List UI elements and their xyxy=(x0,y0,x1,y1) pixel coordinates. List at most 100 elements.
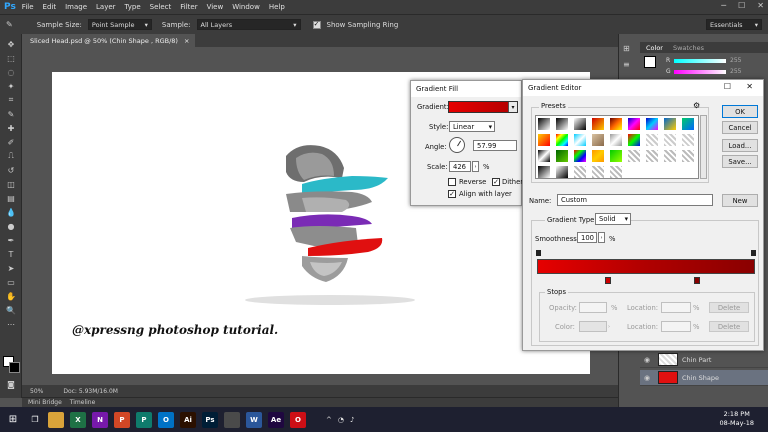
preset-swatch[interactable] xyxy=(574,134,586,146)
eraser-tool-icon[interactable]: ◫ xyxy=(4,178,18,190)
close-icon[interactable]: ✕ xyxy=(757,1,764,10)
stop-color-swatch[interactable] xyxy=(579,321,607,332)
opacity-stop-left[interactable] xyxy=(536,250,541,256)
menu-edit[interactable]: Edit xyxy=(43,3,57,11)
g-value[interactable]: 255 xyxy=(730,68,741,75)
taskbar-app-icon[interactable]: O xyxy=(290,411,306,428)
taskbar-app-icon[interactable]: X xyxy=(70,411,86,428)
opacity-input[interactable] xyxy=(579,302,607,313)
preset-swatch[interactable] xyxy=(592,118,604,130)
load-button[interactable]: Load... xyxy=(722,139,758,152)
menu-layer[interactable]: Layer xyxy=(96,3,116,11)
system-clock[interactable]: 2:18 PM 08-May-18 xyxy=(719,410,754,428)
windows-start-icon[interactable]: ⊞ xyxy=(0,407,26,432)
g-slider[interactable] xyxy=(674,70,726,74)
r-value[interactable]: 255 xyxy=(730,57,741,64)
preset-swatch[interactable] xyxy=(556,134,568,146)
taskbar-app-icon[interactable]: Ps xyxy=(202,411,218,428)
preset-swatch[interactable] xyxy=(646,134,658,146)
preset-swatch[interactable] xyxy=(628,150,640,162)
eye-icon[interactable]: ◉ xyxy=(640,374,654,382)
gradient-preview[interactable]: ▾ xyxy=(448,101,518,113)
gradient-tool-icon[interactable]: ▤ xyxy=(4,192,18,204)
tray-expand-icon[interactable]: ^ xyxy=(326,416,332,424)
taskbar-app-icon[interactable] xyxy=(224,411,240,428)
history-icon[interactable]: ⊞ xyxy=(623,44,637,56)
zoom-level[interactable]: 50% xyxy=(30,388,43,395)
scale-input[interactable]: 426 xyxy=(449,161,471,172)
preset-swatch[interactable] xyxy=(592,150,604,162)
taskbar-app-icon[interactable]: W xyxy=(246,411,262,428)
maximize-icon[interactable]: ☐ xyxy=(724,82,731,91)
workspace-dropdown[interactable]: Essentials ▾ xyxy=(706,19,762,30)
delete-color-stop-button[interactable]: Delete xyxy=(709,321,749,332)
hand-tool-icon[interactable]: ✋ xyxy=(4,290,18,302)
taskbar-app-icon[interactable]: O xyxy=(158,411,174,428)
color-panel-foreground[interactable] xyxy=(644,56,656,68)
eye-icon[interactable]: ◉ xyxy=(640,356,654,364)
preset-swatch[interactable] xyxy=(574,150,586,162)
menu-help[interactable]: Help xyxy=(269,3,285,11)
show-ring-checkbox[interactable]: ✓ xyxy=(312,20,321,29)
menu-image[interactable]: Image xyxy=(65,3,87,11)
blur-tool-icon[interactable]: 💧 xyxy=(4,206,18,218)
preset-swatch[interactable] xyxy=(682,134,694,146)
eyedropper-icon[interactable]: ✎ xyxy=(6,20,13,29)
preset-swatch[interactable] xyxy=(628,134,640,146)
preset-swatch[interactable] xyxy=(628,118,640,130)
taskbar-app-icon[interactable]: N xyxy=(92,411,108,428)
menu-select[interactable]: Select xyxy=(150,3,172,11)
save-button[interactable]: Save... xyxy=(722,155,758,168)
gear-icon[interactable]: ⚙ xyxy=(693,101,700,110)
menu-filter[interactable]: Filter xyxy=(180,3,197,11)
stamp-tool-icon[interactable]: ⎍ xyxy=(4,150,18,162)
preset-swatch[interactable] xyxy=(664,134,676,146)
sample-size-dropdown[interactable]: Point Sample ▾ xyxy=(87,19,152,30)
move-tool-icon[interactable]: ✥ xyxy=(4,38,18,50)
preset-swatch[interactable] xyxy=(646,118,658,130)
task-view-icon[interactable]: ❐ xyxy=(26,415,44,424)
minimize-icon[interactable]: ─ xyxy=(721,1,726,10)
sample-dropdown[interactable]: All Layers ▾ xyxy=(196,19,301,30)
taskbar-app-icon[interactable]: P xyxy=(136,411,152,428)
smoothness-dropdown-icon[interactable]: › xyxy=(598,232,605,243)
r-slider[interactable] xyxy=(674,59,726,63)
crop-tool-icon[interactable]: ⌗ xyxy=(4,94,18,106)
taskbar-app-icon[interactable]: Ae xyxy=(268,411,284,428)
preset-swatch[interactable] xyxy=(556,166,568,178)
tab-color[interactable]: Color xyxy=(646,44,663,52)
eyedropper-tool-icon[interactable]: ✎ xyxy=(4,108,18,120)
brush-tool-icon[interactable]: ✐ xyxy=(4,136,18,148)
history-brush-icon[interactable]: ↺ xyxy=(4,164,18,176)
properties-icon[interactable]: ≡ xyxy=(623,60,637,72)
quick-mask-icon[interactable]: ◙ xyxy=(4,378,18,390)
preset-swatch[interactable] xyxy=(610,134,622,146)
layer-row-selected[interactable]: ◉ Chin Shape xyxy=(640,370,768,386)
healing-tool-icon[interactable]: ✚ xyxy=(4,122,18,134)
dodge-tool-icon[interactable]: ● xyxy=(4,220,18,232)
shape-tool-icon[interactable]: ▭ xyxy=(4,276,18,288)
color-location-input[interactable] xyxy=(661,321,691,332)
ok-button[interactable]: OK xyxy=(722,105,758,118)
cancel-button[interactable]: Cancel xyxy=(722,121,758,134)
gradient-ramp-bar[interactable] xyxy=(537,259,755,274)
align-with-layer-checkbox[interactable]: ✓ xyxy=(448,190,456,198)
menu-type[interactable]: Type xyxy=(125,3,141,11)
preset-swatch[interactable] xyxy=(538,134,550,146)
delete-opacity-stop-button[interactable]: Delete xyxy=(709,302,749,313)
opacity-stop-right[interactable] xyxy=(751,250,756,256)
gradient-name-input[interactable]: Custom xyxy=(557,194,713,206)
taskbar-app-icon[interactable]: P xyxy=(114,411,130,428)
preset-swatch[interactable] xyxy=(610,118,622,130)
angle-input[interactable]: 57.99 xyxy=(473,140,517,151)
preset-swatch[interactable] xyxy=(592,166,604,178)
chevron-down-icon[interactable]: ▾ xyxy=(508,102,517,112)
close-icon[interactable]: ✕ xyxy=(746,82,753,91)
quick-select-tool-icon[interactable]: ✦ xyxy=(4,80,18,92)
preset-swatch[interactable] xyxy=(646,150,658,162)
preset-swatch[interactable] xyxy=(556,150,568,162)
dither-checkbox[interactable]: ✓ xyxy=(492,178,500,186)
preset-swatch[interactable] xyxy=(664,150,676,162)
preset-swatch[interactable] xyxy=(538,118,550,130)
color-stop-marker[interactable] xyxy=(694,277,700,284)
